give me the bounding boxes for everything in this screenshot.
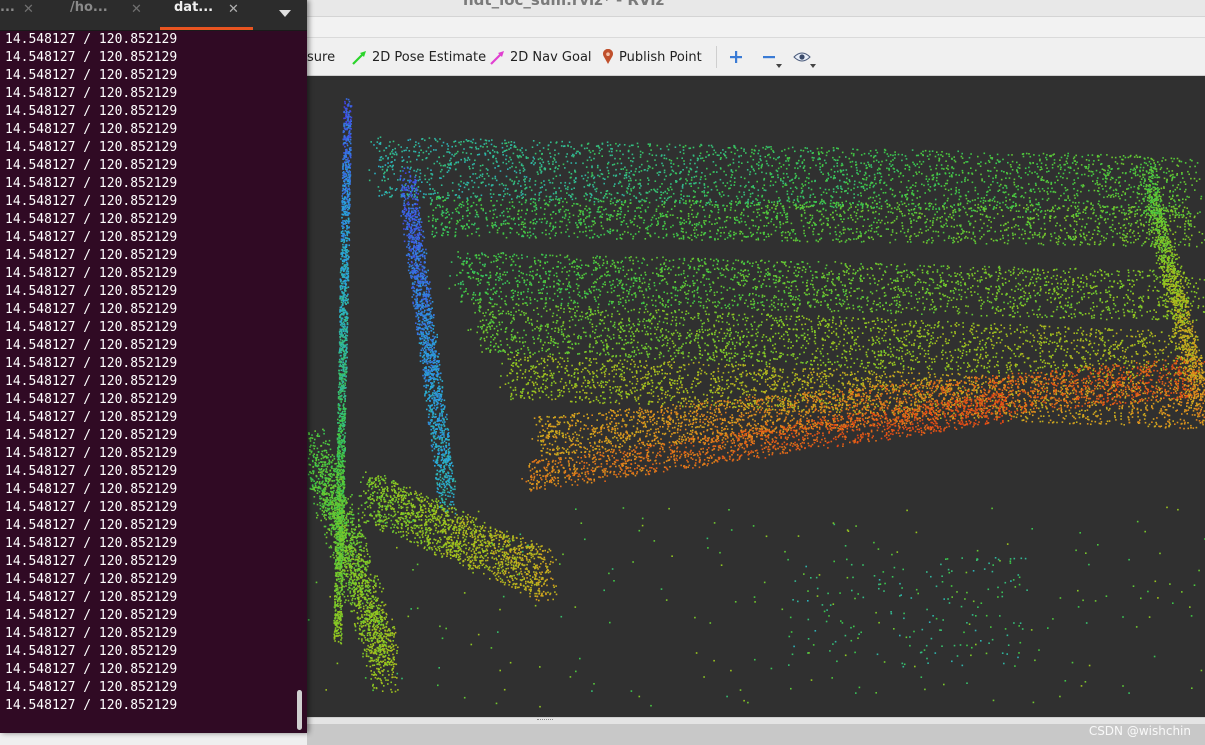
- terminal-tab-3[interactable]: dat... ✕: [160, 0, 253, 30]
- chevron-down-icon: [279, 10, 291, 17]
- terminal-line: 14.548127 / 120.852129: [5, 67, 290, 85]
- terminal-line: 14.548127 / 120.852129: [5, 211, 290, 229]
- tab-label: ...: [0, 0, 15, 15]
- terminal-line: 14.548127 / 120.852129: [5, 625, 290, 643]
- terminal-line: 14.548127 / 120.852129: [5, 427, 290, 445]
- measure-tool-label: sure: [307, 50, 335, 65]
- magenta-arrow-icon: [490, 50, 505, 65]
- chevron-down-icon: [810, 64, 816, 68]
- window-close-edge[interactable]: [1189, 0, 1205, 16]
- terminal-line: 14.548127 / 120.852129: [5, 463, 290, 481]
- terminal-line: 14.548127 / 120.852129: [5, 481, 290, 499]
- watermark: CSDN @wishchin: [1089, 724, 1191, 738]
- terminal-line: 14.548127 / 120.852129: [5, 229, 290, 247]
- terminal-line: 14.548127 / 120.852129: [5, 139, 290, 157]
- terminal-line: 14.548127 / 120.852129: [5, 571, 290, 589]
- terminal-line: 14.548127 / 120.852129: [5, 535, 290, 553]
- remove-tool-button[interactable]: [758, 47, 780, 67]
- terminal-line: 14.548127 / 120.852129: [5, 265, 290, 283]
- tab-label: dat...: [174, 0, 213, 15]
- tab-label: /ho...: [70, 0, 108, 15]
- minus-icon: [762, 50, 776, 64]
- terminal-line: 14.548127 / 120.852129: [5, 589, 290, 607]
- terminal-line: 14.548127 / 120.852129: [5, 607, 290, 625]
- terminal-line: 14.548127 / 120.852129: [5, 697, 290, 715]
- map-pin-icon: [602, 49, 614, 65]
- terminal-line: 14.548127 / 120.852129: [5, 373, 290, 391]
- rviz-window-title: ndt_loc_sum.rviz* - RViz: [463, 0, 664, 9]
- terminal-line: 14.548127 / 120.852129: [5, 355, 290, 373]
- terminal-line: 14.548127 / 120.852129: [5, 175, 290, 193]
- add-tool-button[interactable]: [725, 47, 747, 67]
- terminal-line: 14.548127 / 120.852129: [5, 247, 290, 265]
- nav-goal-label: 2D Nav Goal: [510, 50, 592, 65]
- terminal-line: 14.548127 / 120.852129: [5, 643, 290, 661]
- close-icon[interactable]: ✕: [131, 2, 142, 17]
- terminal-tab-1[interactable]: ... ✕: [0, 0, 50, 30]
- terminal-line: 14.548127 / 120.852129: [5, 103, 290, 121]
- terminal-line: 14.548127 / 120.852129: [5, 49, 290, 67]
- terminal-tab-bar: ... ✕ /ho... ✕ dat... ✕: [0, 0, 307, 31]
- terminal-line: 14.548127 / 120.852129: [5, 85, 290, 103]
- terminal-line: 14.548127 / 120.852129: [5, 391, 290, 409]
- terminal-output[interactable]: 14.548127 / 120.852129 14.548127 / 120.85…: [5, 31, 290, 731]
- publish-point-button[interactable]: Publish Point: [602, 47, 702, 67]
- close-icon[interactable]: ✕: [228, 2, 239, 17]
- terminal-line: 14.548127 / 120.852129: [5, 157, 290, 175]
- close-icon[interactable]: ✕: [23, 2, 34, 17]
- terminal-line: 14.548127 / 120.852129: [5, 301, 290, 319]
- terminal-line: 14.548127 / 120.852129: [5, 517, 290, 535]
- view-tool-button[interactable]: [791, 47, 813, 67]
- splitter-grip: [537, 719, 553, 722]
- chevron-down-icon: [776, 64, 782, 68]
- terminal-line: 14.548127 / 120.852129: [5, 499, 290, 517]
- nav-goal-button[interactable]: 2D Nav Goal: [490, 47, 592, 67]
- green-arrow-icon: [352, 50, 367, 65]
- eye-icon: [793, 51, 811, 63]
- terminal-tab-2[interactable]: /ho... ✕: [52, 0, 152, 30]
- 3d-viewport[interactable]: [307, 76, 1205, 717]
- terminal-line: 14.548127 / 120.852129: [5, 445, 290, 463]
- terminal-line: 14.548127 / 120.852129: [5, 121, 290, 139]
- terminal-window: ... ✕ /ho... ✕ dat... ✕ 14.548127 / 120.…: [0, 0, 307, 733]
- terminal-line: 14.548127 / 120.852129: [5, 409, 290, 427]
- terminal-line: 14.548127 / 120.852129: [5, 193, 290, 211]
- terminal-line: 14.548127 / 120.852129: [5, 679, 290, 697]
- pose-estimate-button[interactable]: 2D Pose Estimate: [352, 47, 486, 67]
- toolbar-separator: [716, 46, 717, 68]
- active-tab-indicator: [160, 27, 253, 30]
- pose-estimate-label: 2D Pose Estimate: [372, 50, 486, 65]
- terminal-line: 14.548127 / 120.852129: [5, 553, 290, 571]
- terminal-line: 14.548127 / 120.852129: [5, 337, 290, 355]
- terminal-scrollbar[interactable]: [297, 690, 302, 730]
- status-bar: CSDN @wishchin: [307, 724, 1205, 745]
- terminal-line: 14.548127 / 120.852129: [5, 319, 290, 337]
- terminal-line: 14.548127 / 120.852129: [5, 661, 290, 679]
- plus-icon: [729, 50, 743, 64]
- terminal-line: 14.548127 / 120.852129: [5, 283, 290, 301]
- point-cloud: [307, 76, 1205, 717]
- tab-menu-button[interactable]: [278, 8, 292, 18]
- measure-tool-button[interactable]: sure: [307, 47, 335, 67]
- publish-point-label: Publish Point: [619, 50, 702, 65]
- terminal-line: 14.548127 / 120.852129: [5, 31, 290, 49]
- panel-splitter[interactable]: [307, 717, 1205, 724]
